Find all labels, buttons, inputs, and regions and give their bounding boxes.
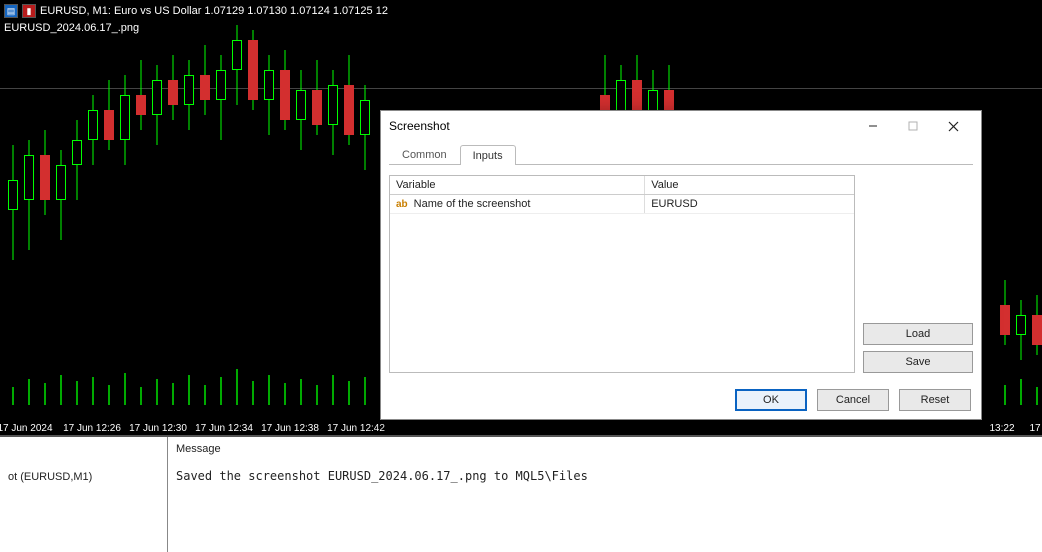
cancel-button[interactable]: Cancel bbox=[817, 389, 889, 411]
table-header: Variable Value bbox=[390, 176, 854, 195]
x-axis-label: 17 bbox=[1029, 423, 1040, 434]
table-row[interactable]: ab Name of the screenshot EURUSD bbox=[390, 195, 854, 214]
x-axis-label: 17 Jun 12:26 bbox=[63, 423, 121, 434]
x-axis-label: 17 Jun 12:42 bbox=[327, 423, 385, 434]
inputs-table[interactable]: Variable Value ab Name of the screenshot … bbox=[389, 175, 855, 373]
log-panel: ot (EURUSD,M1) Message Saved the screens… bbox=[0, 435, 1042, 552]
tab-common[interactable]: Common bbox=[389, 144, 460, 164]
reset-button[interactable]: Reset bbox=[899, 389, 971, 411]
col-value: Value bbox=[645, 176, 854, 194]
log-message: Saved the screenshot EURUSD_2024.06.17_.… bbox=[176, 469, 1034, 483]
screenshot-dialog: Screenshot Common Inputs Variable Value bbox=[380, 110, 982, 420]
tab-inputs[interactable]: Inputs bbox=[460, 145, 516, 165]
x-axis-label: 17 Jun 12:30 bbox=[129, 423, 187, 434]
log-header: Message bbox=[176, 443, 1034, 455]
string-type-icon: ab bbox=[396, 199, 408, 210]
save-button[interactable]: Save bbox=[863, 351, 973, 373]
log-source: ot (EURUSD,M1) bbox=[8, 471, 159, 483]
dialog-footer: OK Cancel Reset bbox=[381, 381, 981, 419]
dialog-content: Variable Value ab Name of the screenshot … bbox=[389, 165, 973, 373]
maximize-button[interactable] bbox=[893, 112, 933, 140]
side-buttons: Load Save bbox=[863, 175, 973, 373]
log-source-column: ot (EURUSD,M1) bbox=[0, 437, 168, 552]
x-axis-label: 13:22 bbox=[989, 423, 1014, 434]
x-axis-label: 17 Jun 2024 bbox=[0, 423, 53, 434]
col-variable: Variable bbox=[390, 176, 645, 194]
ok-button[interactable]: OK bbox=[735, 389, 807, 411]
log-message-column: Message Saved the screenshot EURUSD_2024… bbox=[168, 437, 1042, 552]
x-axis-label: 17 Jun 12:34 bbox=[195, 423, 253, 434]
dialog-body: Common Inputs Variable Value ab Name of t… bbox=[381, 141, 981, 381]
x-axis-label: 17 Jun 12:38 bbox=[261, 423, 319, 434]
dialog-tabs: Common Inputs bbox=[389, 141, 973, 165]
row-value-cell[interactable]: EURUSD bbox=[645, 195, 854, 213]
row-variable-name: Name of the screenshot bbox=[414, 198, 531, 210]
row-variable-cell: ab Name of the screenshot bbox=[390, 195, 645, 213]
minimize-button[interactable] bbox=[853, 112, 893, 140]
dialog-title: Screenshot bbox=[389, 119, 853, 133]
close-button[interactable] bbox=[933, 112, 973, 140]
dialog-titlebar[interactable]: Screenshot bbox=[381, 111, 981, 141]
load-button[interactable]: Load bbox=[863, 323, 973, 345]
